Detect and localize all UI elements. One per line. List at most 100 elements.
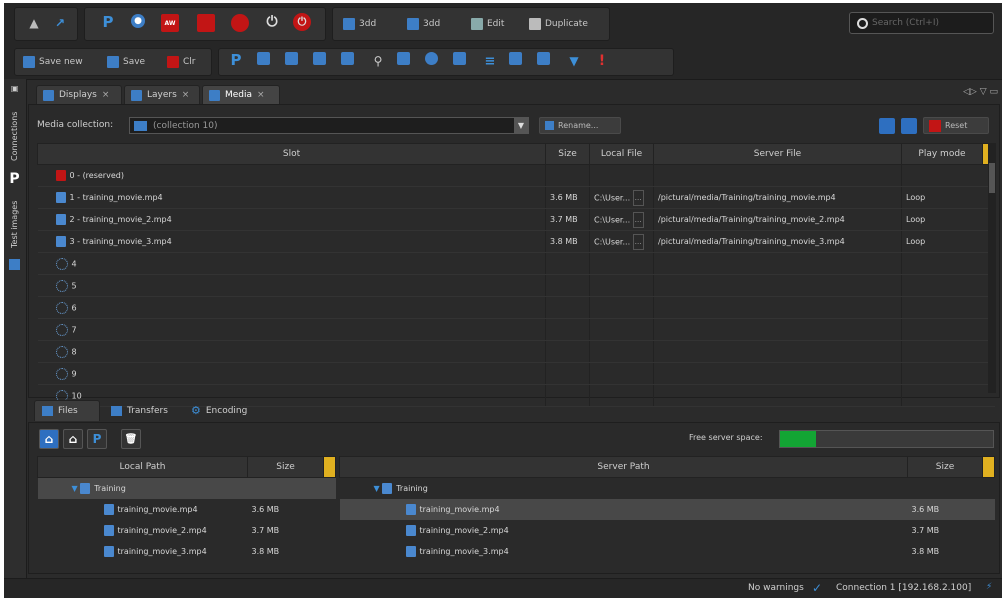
duplicate-button[interactable]: Duplicate	[529, 14, 588, 34]
reset-button[interactable]: Reset	[923, 117, 989, 134]
tab-encoding[interactable]: ⚙ Encoding	[184, 400, 268, 421]
stop-icon[interactable]	[197, 14, 215, 32]
column-header-size[interactable]: Size	[545, 143, 590, 165]
column-options-icon[interactable]	[323, 456, 336, 478]
list-item[interactable]: ▼ Training	[37, 477, 336, 499]
p-tab[interactable]: P	[6, 171, 23, 187]
add-2d-button[interactable]: 3dd	[407, 14, 440, 34]
list-item[interactable]: training_movie_3.mp4 3.8 MB	[340, 541, 995, 562]
browse-button[interactable]: …	[632, 189, 644, 206]
save-new-button[interactable]: Save new	[23, 52, 83, 72]
free-space-fill	[780, 431, 817, 447]
tab-displays[interactable]: Displays ×	[36, 85, 122, 104]
warning-icon[interactable]: !	[593, 52, 611, 70]
home-local-icon[interactable]: ⌂	[39, 429, 59, 449]
connections-tab[interactable]: Connections	[6, 103, 23, 169]
emergency-icon[interactable]: ⏻	[293, 13, 311, 31]
connection-status[interactable]: Connection 1 [192.168.2.100]	[836, 583, 971, 593]
test-images-tab[interactable]: Test images	[6, 193, 23, 255]
column-header-slot[interactable]: Slot	[37, 143, 546, 165]
search-input[interactable]: Search (Ctrl+I)	[849, 12, 994, 34]
column-header-local-path[interactable]: Local Path	[37, 456, 248, 478]
table-row[interactable]: 0 - (reserved)	[37, 164, 995, 187]
list-item[interactable]: training_movie_2.mp4 3.7 MB	[340, 520, 995, 541]
close-icon[interactable]: ×	[257, 90, 265, 100]
list-item[interactable]: training_movie_3.mp4 3.8 MB	[38, 541, 336, 562]
list-item[interactable]: ▼ Training	[340, 478, 995, 500]
table-row[interactable]: 3 - training_movie_3.mp4 3.8 MB C:\User.…	[37, 230, 995, 253]
local-file-cell[interactable]: C:\User... …	[589, 208, 654, 231]
server-files-table: Server Path Size ▼ Training training_mov…	[339, 456, 995, 562]
chart-icon[interactable]	[537, 52, 550, 65]
play-mode-cell[interactable]: Loop	[901, 208, 983, 231]
table-row[interactable]: 2 - training_movie_2.mp4 3.7 MB C:\User.…	[37, 208, 995, 231]
scrollbar-thumb[interactable]	[989, 163, 995, 193]
table-row[interactable]: 6	[37, 296, 995, 319]
globe-tool-icon[interactable]	[425, 52, 438, 65]
table-row[interactable]: 1 - training_movie.mp4 3.6 MB C:\User...…	[37, 186, 995, 209]
table-row[interactable]: 4	[37, 252, 995, 275]
tab-overflow-icon[interactable]: ◁▷ ▽ ▭	[963, 87, 998, 97]
p-tool-icon[interactable]: P	[227, 51, 245, 69]
screen-icon[interactable]	[341, 52, 354, 65]
record-icon[interactable]	[231, 14, 249, 32]
grid-view-icon[interactable]	[879, 118, 895, 134]
table-row[interactable]: 7	[37, 318, 995, 341]
column-header-local-file[interactable]: Local File	[589, 143, 654, 165]
table-row[interactable]: 9	[37, 362, 995, 385]
pin-icon[interactable]: ▲	[25, 14, 43, 32]
home-icon[interactable]: ⌂	[63, 429, 83, 449]
display-icon[interactable]	[257, 52, 270, 65]
local-file-cell[interactable]: C:\User... …	[589, 230, 654, 253]
layer-icon[interactable]	[285, 52, 298, 65]
play-mode-cell[interactable]: Loop	[901, 186, 983, 209]
tab-files[interactable]: Files	[34, 400, 100, 421]
list-view-icon[interactable]	[901, 118, 917, 134]
list-item[interactable]: training_movie_2.mp4 3.7 MB	[38, 520, 336, 541]
tab-layers[interactable]: Layers ×	[124, 85, 200, 104]
table-row[interactable]: 5	[37, 274, 995, 297]
close-icon[interactable]: ×	[102, 90, 110, 100]
media-scrollbar[interactable]	[988, 143, 996, 393]
list-icon[interactable]: ≡	[481, 52, 499, 70]
columns-icon[interactable]	[509, 52, 522, 65]
save-button[interactable]: Save	[107, 52, 145, 72]
table-row[interactable]: 8	[37, 340, 995, 363]
browse-button[interactable]: …	[632, 233, 644, 250]
column-header-server-path[interactable]: Server Path	[339, 456, 908, 478]
column-header-play-mode[interactable]: Play mode	[901, 143, 983, 165]
tab-media[interactable]: Media ×	[202, 85, 280, 104]
column-options-icon[interactable]	[982, 456, 995, 478]
user-icon[interactable]: ▼	[565, 52, 583, 70]
globe-icon[interactable]: ●	[131, 14, 145, 28]
media-icon[interactable]	[313, 52, 326, 65]
collection-select[interactable]: (collection 10) ▼	[129, 117, 529, 134]
p-logo-icon[interactable]: P	[99, 13, 117, 31]
list-item[interactable]: training_movie.mp4 3.6 MB	[339, 499, 995, 520]
copy-icon[interactable]	[397, 52, 410, 65]
dock-icon[interactable]: ▣	[6, 83, 23, 97]
power-icon[interactable]: ⏻	[263, 13, 281, 31]
rename-button[interactable]: Rename...	[539, 117, 621, 134]
edit-button[interactable]: Edit	[471, 14, 504, 34]
local-file-cell[interactable]: C:\User... …	[589, 186, 654, 209]
column-header-server-file[interactable]: Server File	[653, 143, 902, 165]
expand-icon[interactable]: ▼	[374, 484, 380, 493]
image-icon[interactable]	[453, 52, 466, 65]
list-item[interactable]: training_movie.mp4 3.6 MB	[38, 499, 336, 520]
clear-icon	[167, 56, 179, 68]
tab-transfers[interactable]: Transfers	[104, 400, 180, 421]
play-mode-cell[interactable]: Loop	[901, 230, 983, 253]
clear-button[interactable]: Clr	[167, 52, 196, 72]
expand-icon[interactable]: ▼	[72, 484, 78, 493]
close-icon[interactable]: ×	[182, 90, 190, 100]
add-3d-button[interactable]: 3dd	[343, 14, 376, 34]
trash-icon[interactable]: 🗑	[121, 429, 141, 449]
browse-button[interactable]: …	[632, 211, 644, 228]
share-icon[interactable]: ↗	[51, 14, 69, 32]
column-header-server-size[interactable]: Size	[907, 456, 983, 478]
alert-icon[interactable]: AW	[161, 14, 179, 32]
p-server-icon[interactable]: P	[87, 429, 107, 449]
link-icon[interactable]: ⚲	[369, 52, 387, 70]
column-header-local-size[interactable]: Size	[247, 456, 324, 478]
